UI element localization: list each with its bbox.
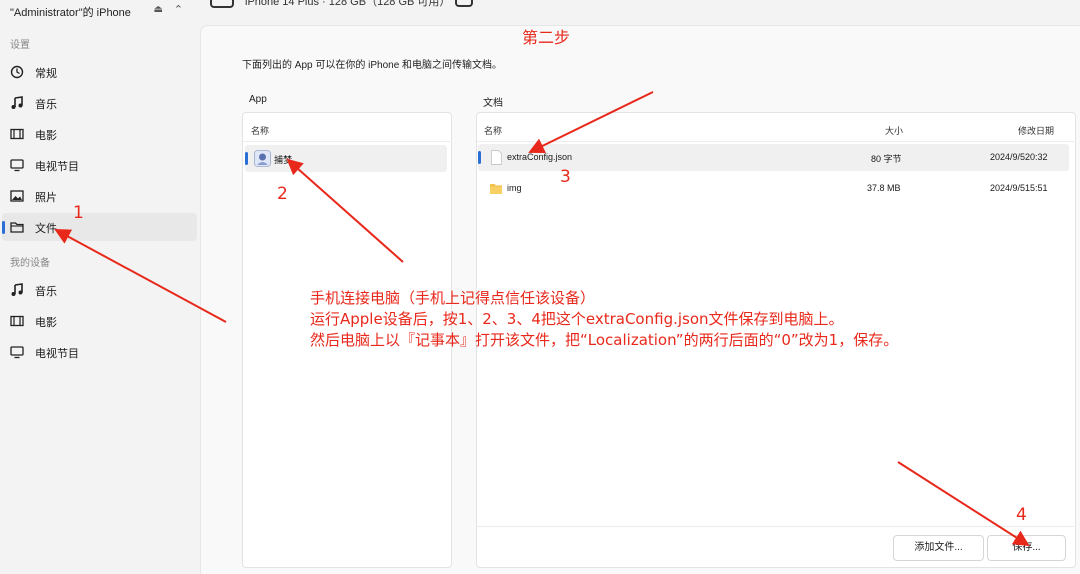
sidebar-item-label: 电影 xyxy=(35,317,57,329)
save-button[interactable]: 保存... xyxy=(987,535,1066,561)
file-icon xyxy=(491,150,502,165)
file-size: 37.8 MB xyxy=(867,183,901,193)
file-modified: 2024/9/520:32 xyxy=(990,152,1048,162)
sidebar: "Administrator"的 iPhone ⏏ ⌃ 设置 常规 音乐 电影 … xyxy=(0,0,200,573)
section-my-devices: 我的设备 xyxy=(10,258,50,269)
app-column-title: App xyxy=(249,94,267,105)
eject-icon[interactable]: ⏏ xyxy=(154,4,163,15)
sidebar-item-device-movies[interactable]: 电影 xyxy=(2,307,197,335)
sidebar-item-label: 音乐 xyxy=(35,99,57,111)
sidebar-item-device-music[interactable]: 音乐 xyxy=(2,276,197,304)
sidebar-item-label: 常规 xyxy=(35,68,57,80)
sidebar-item-device-tv[interactable]: 电视节目 xyxy=(2,338,197,366)
general-icon xyxy=(10,65,24,79)
instruction-line-3: 然后电脑上以『记事本』打开该文件，把“Localization”的两行后面的“0… xyxy=(310,331,899,349)
app-row[interactable]: 捕梦 xyxy=(245,145,447,172)
step-title: 第二步 xyxy=(522,28,571,47)
folder-icon xyxy=(10,222,24,233)
sidebar-item-label: 电视节目 xyxy=(35,348,79,360)
file-name: img xyxy=(507,183,522,193)
step-4-label: 4 xyxy=(1016,505,1027,525)
instruction-line-1: 手机连接电脑（手机上记得点信任该设备） xyxy=(310,289,596,307)
film-icon xyxy=(10,315,24,327)
step-3-label: 3 xyxy=(560,167,571,187)
sidebar-item-label: 照片 xyxy=(35,192,57,204)
app-header-name[interactable]: 名称 xyxy=(251,124,269,137)
sidebar-item-label: 文件 xyxy=(35,223,57,235)
add-file-button[interactable]: 添加文件... xyxy=(893,535,984,561)
docs-header-modified[interactable]: 修改日期 xyxy=(1018,124,1054,137)
chevron-up-icon[interactable]: ⌃ xyxy=(174,3,183,16)
app-icon xyxy=(254,150,271,167)
sidebar-item-general[interactable]: 常规 xyxy=(2,58,197,86)
file-size: 80 字节 xyxy=(871,154,902,164)
files-description: 下面列出的 App 可以在你的 iPhone 和电脑之间传输文档。 xyxy=(242,60,503,71)
sidebar-item-label: 电影 xyxy=(35,130,57,142)
sidebar-item-tv[interactable]: 电视节目 xyxy=(2,151,197,179)
tv-icon xyxy=(10,159,24,172)
device-name: "Administrator"的 iPhone xyxy=(10,7,131,19)
step-1-label: 1 xyxy=(73,203,84,223)
device-sync-icon[interactable] xyxy=(455,0,473,7)
music-icon xyxy=(11,283,23,296)
step-2-label: 2 xyxy=(277,184,288,204)
device-phone-icon xyxy=(210,0,234,8)
tv-icon xyxy=(10,346,24,359)
docs-column-title: 文档 xyxy=(483,98,503,109)
app-name: 捕梦 xyxy=(274,155,293,165)
sidebar-item-music[interactable]: 音乐 xyxy=(2,89,197,117)
film-icon xyxy=(10,128,24,140)
divider xyxy=(477,141,1074,142)
section-settings: 设置 xyxy=(10,40,30,51)
divider xyxy=(243,141,450,142)
music-icon xyxy=(11,96,23,109)
docs-header-size[interactable]: 大小 xyxy=(885,124,903,137)
sidebar-item-files[interactable]: 文件 xyxy=(2,213,197,241)
file-name: extraConfig.json xyxy=(507,152,573,162)
sidebar-item-photos[interactable]: 照片 xyxy=(2,182,197,210)
sidebar-item-label: 音乐 xyxy=(35,286,57,298)
docs-header-name[interactable]: 名称 xyxy=(484,124,502,137)
sidebar-item-label: 电视节目 xyxy=(35,161,79,173)
divider xyxy=(477,526,1074,527)
file-modified: 2024/9/515:51 xyxy=(990,183,1048,193)
device-header[interactable]: "Administrator"的 iPhone ⏏ ⌃ xyxy=(10,4,195,20)
sidebar-item-movies[interactable]: 电影 xyxy=(2,120,197,148)
folder-icon xyxy=(490,184,502,194)
device-info: iPhone 14 Plus · 128 GB（128 GB 可用） xyxy=(245,0,451,8)
photo-icon xyxy=(10,190,24,202)
instruction-line-2: 运行Apple设备后，按1、2、3、4把这个extraConfig.json文件… xyxy=(310,310,844,328)
